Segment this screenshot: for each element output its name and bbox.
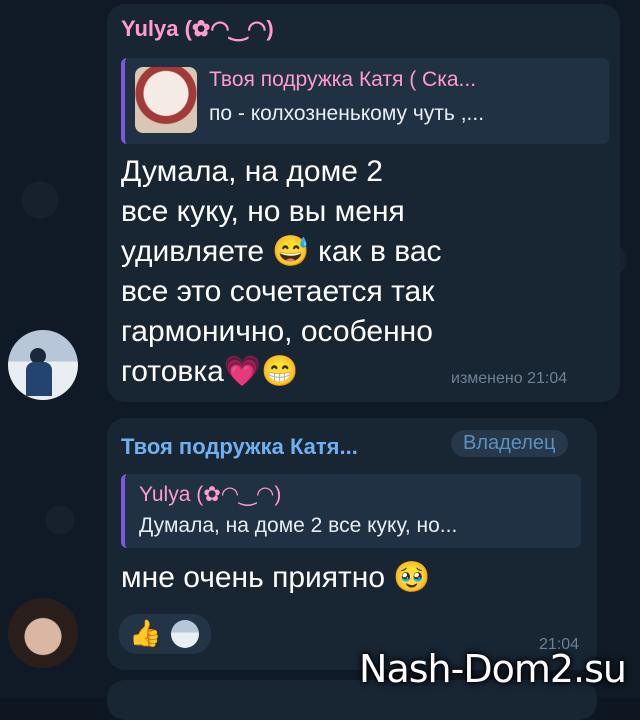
- reply-text: Думала, на доме 2 все куку, но...: [139, 514, 458, 537]
- reply-author: Твоя подружка Катя ( Ска...: [209, 68, 477, 91]
- thumbs-up-icon: 👍: [129, 618, 162, 648]
- message-bubble[interactable]: Твоя подружка Катя... Владелец Yulya (✿◠…: [107, 418, 597, 670]
- message-bubble[interactable]: Yulya (✿◠‿◠) Твоя подружка Катя ( Ска...…: [107, 4, 620, 402]
- sender-name[interactable]: Yulya (✿◠‿◠): [121, 16, 274, 42]
- reply-quote[interactable]: Твоя подружка Катя ( Ска... по - колхозн…: [121, 58, 609, 144]
- watermark: Nash-Dom2.su: [359, 647, 627, 691]
- message-time: изменено 21:04: [451, 370, 568, 387]
- reaction-chip[interactable]: 👍: [119, 614, 211, 654]
- avatar[interactable]: [8, 598, 78, 668]
- message-text: Думала, на доме 2 все куку, но вы меня у…: [121, 155, 442, 388]
- sender-name[interactable]: Твоя подружка Катя...: [121, 434, 358, 460]
- message-text: мне очень приятно 🥹: [121, 561, 431, 594]
- reply-author: Yulya (✿◠‿◠): [139, 483, 282, 506]
- reply-thumbnail: [135, 67, 197, 133]
- owner-badge: Владелец: [451, 430, 568, 457]
- reactor-avatar: [171, 620, 199, 648]
- reply-text: по - колхозненькому чуть ,...: [209, 102, 485, 125]
- avatar[interactable]: [8, 330, 78, 400]
- reply-quote[interactable]: Yulya (✿◠‿◠) Думала, на доме 2 все куку,…: [121, 474, 581, 548]
